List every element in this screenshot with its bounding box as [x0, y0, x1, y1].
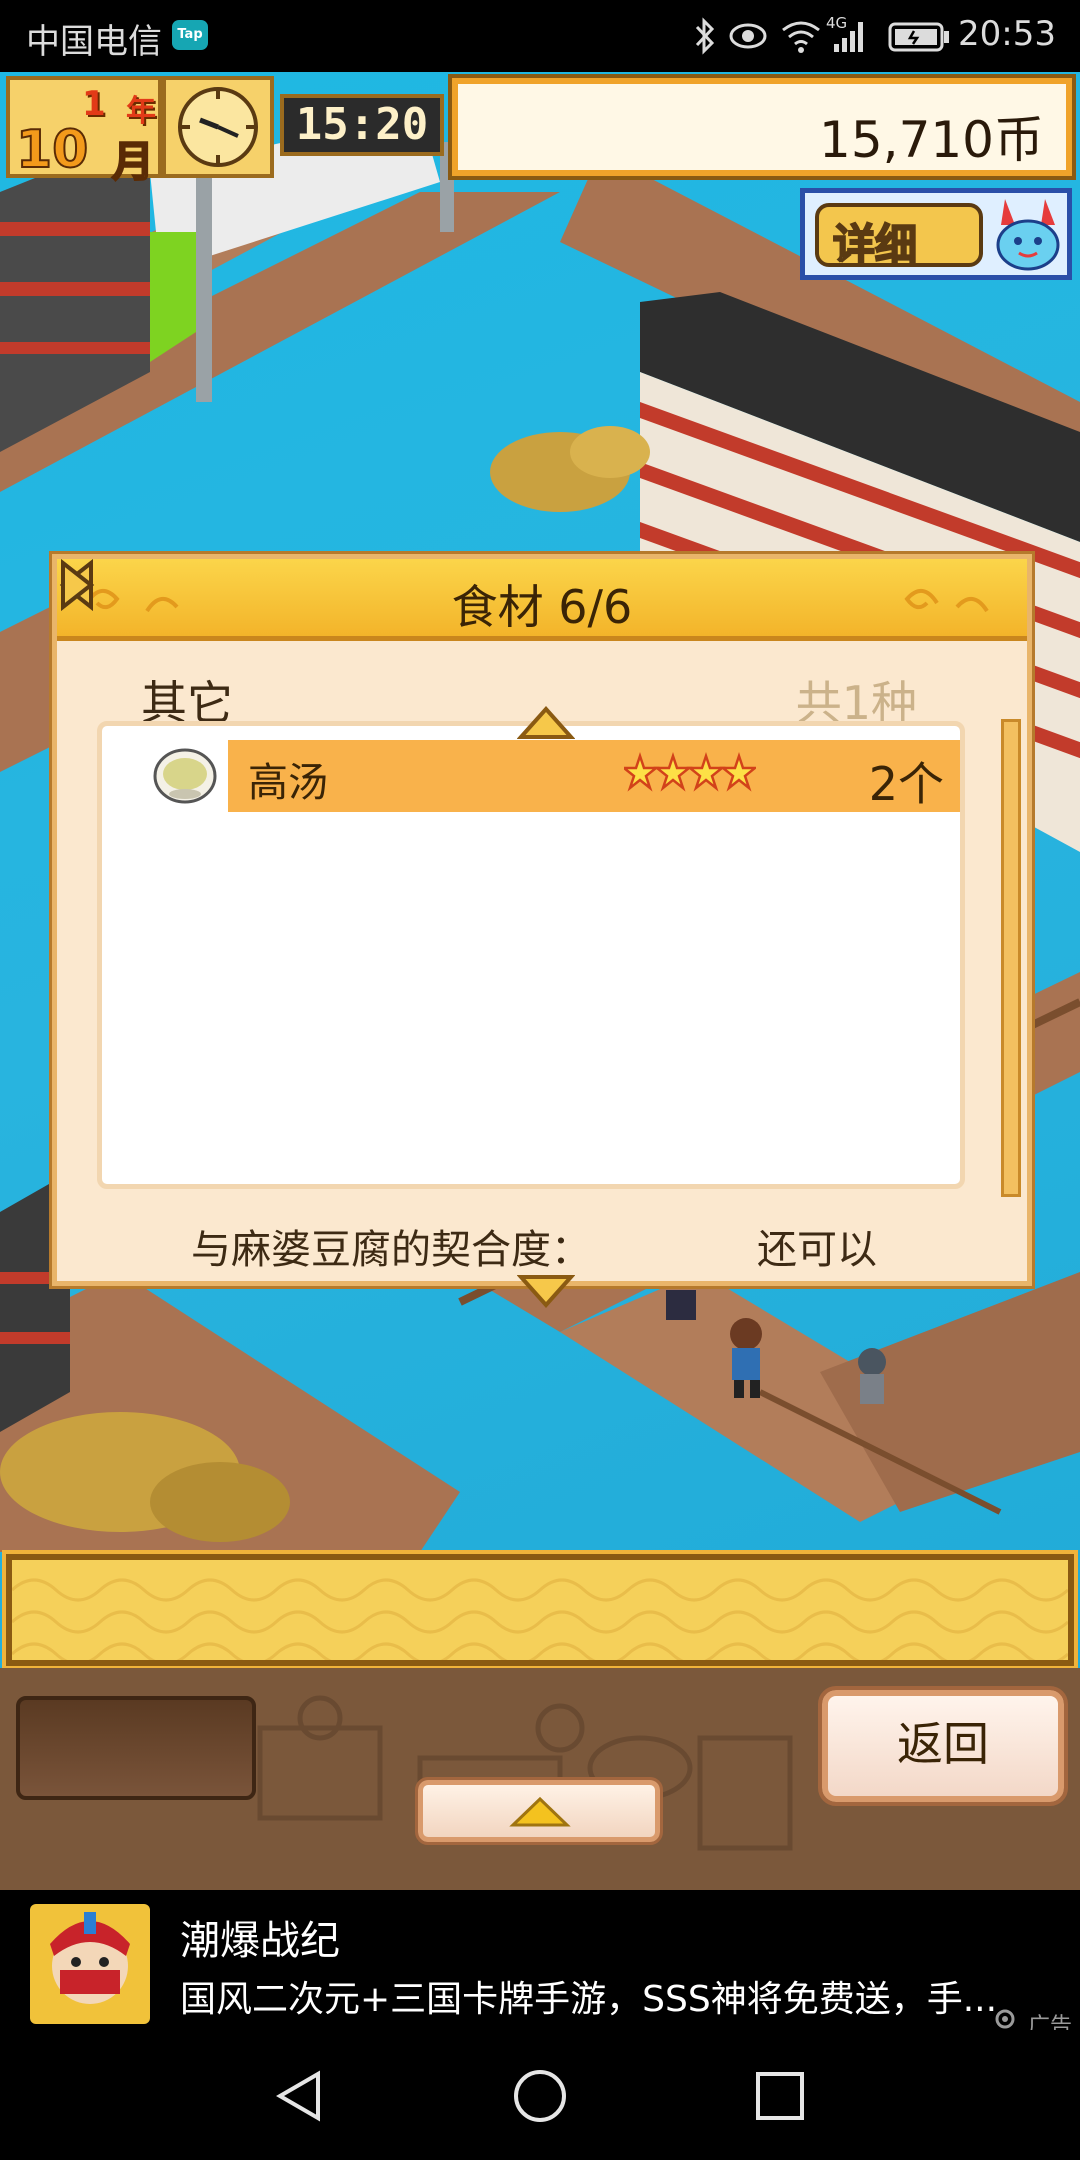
ad-description[interactable]: 国风二次元+三国卡牌手游，SSS神将免费送，手...	[180, 1970, 1040, 2022]
top-hud: 1 年 10 月 15:20 15,710币 详细	[0, 72, 1080, 280]
signal-icon	[834, 22, 863, 52]
detail-button[interactable]: 详细	[800, 188, 1072, 280]
expand-menu-button[interactable]	[415, 1777, 663, 1845]
year-unit: 年	[126, 94, 156, 129]
ingredient-list[interactable]: 高汤 2个	[97, 721, 965, 1189]
detail-button-plate: 详细	[815, 203, 983, 270]
status-time: 20:53	[958, 14, 1056, 54]
battery-icon	[888, 22, 949, 52]
game-scene[interactable]: 1 年 10 月 15:20 15,710币 详细 食材 6/6 其它 共1种 …	[0, 72, 1080, 1890]
date-display: 1 年 10 月	[6, 76, 162, 187]
year-number: 1	[82, 84, 106, 124]
clock-icon	[178, 87, 258, 167]
wifi-icon	[782, 21, 820, 53]
status-bar: 中国电信 Tap 4G 20:53	[0, 0, 1080, 72]
ad-game-icon[interactable]	[30, 1904, 150, 2024]
soup-bowl-icon	[153, 748, 217, 804]
ingredient-dialog: 食材 6/6 其它 共1种 高汤 2个 与麻婆豆腐的契合度： 还可以	[49, 551, 1035, 1309]
back-button[interactable]: 返回	[818, 1686, 1068, 1806]
back-button-label: 返回	[897, 1717, 989, 1771]
ad-settings-icon[interactable]	[992, 2006, 1018, 2032]
clock-panel	[162, 76, 274, 178]
ingredient-quantity: 2个	[868, 757, 944, 811]
list-item[interactable]: 高汤 2个	[152, 740, 960, 812]
month-unit: 月	[111, 136, 155, 187]
next-page-arrow-icon[interactable]	[57, 559, 97, 611]
status-icons: 4G	[692, 14, 954, 56]
recents-nav-icon[interactable]	[750, 2068, 810, 2124]
dialog-title: 食材 6/6	[451, 580, 633, 634]
scroll-down-arrow-icon[interactable]	[517, 1271, 575, 1311]
ad-title[interactable]: 潮爆战纪	[180, 1908, 340, 1966]
star-rating	[624, 752, 756, 792]
control-panel: 返回	[0, 1668, 1080, 1890]
wave-pattern-decoration	[12, 1578, 1068, 1660]
detail-button-label: 详细	[832, 219, 918, 270]
list-scrollbar[interactable]	[1001, 719, 1021, 1197]
home-nav-icon[interactable]	[510, 2068, 570, 2124]
money-display: 15,710币	[448, 74, 1076, 180]
back-nav-icon[interactable]	[270, 2068, 330, 2124]
ingredient-name: 高汤	[248, 760, 328, 806]
money-value: 15,710币	[819, 111, 1044, 169]
eye-icon	[729, 23, 767, 49]
compatibility-value: 还可以	[757, 1227, 877, 1273]
game-time-display: 15:20	[280, 94, 444, 156]
selected-row-highlight: 高汤 2个	[228, 740, 960, 812]
compatibility-label: 与麻婆豆腐的契合度：	[191, 1227, 591, 1273]
month-number: 10	[15, 120, 89, 180]
up-triangle-icon	[509, 1796, 571, 1827]
customer-character[interactable]	[858, 1348, 886, 1404]
waiter-character[interactable]	[666, 1290, 696, 1320]
empty-slot-panel	[16, 1696, 256, 1800]
system-navigation-bar	[0, 2030, 1080, 2160]
rabbit-mascot-icon	[996, 199, 1060, 271]
carrier-label: 中国电信	[26, 22, 162, 62]
tap-app-badge: Tap	[172, 20, 208, 50]
bluetooth-icon	[695, 17, 715, 55]
message-bar	[2, 1550, 1078, 1670]
dialog-header: 食材 6/6	[57, 559, 1027, 641]
ad-banner[interactable]: 潮爆战纪 国风二次元+三国卡牌手游，SSS神将免费送，手... 广告	[0, 1890, 1080, 2039]
scroll-up-arrow-icon[interactable]	[517, 703, 575, 743]
